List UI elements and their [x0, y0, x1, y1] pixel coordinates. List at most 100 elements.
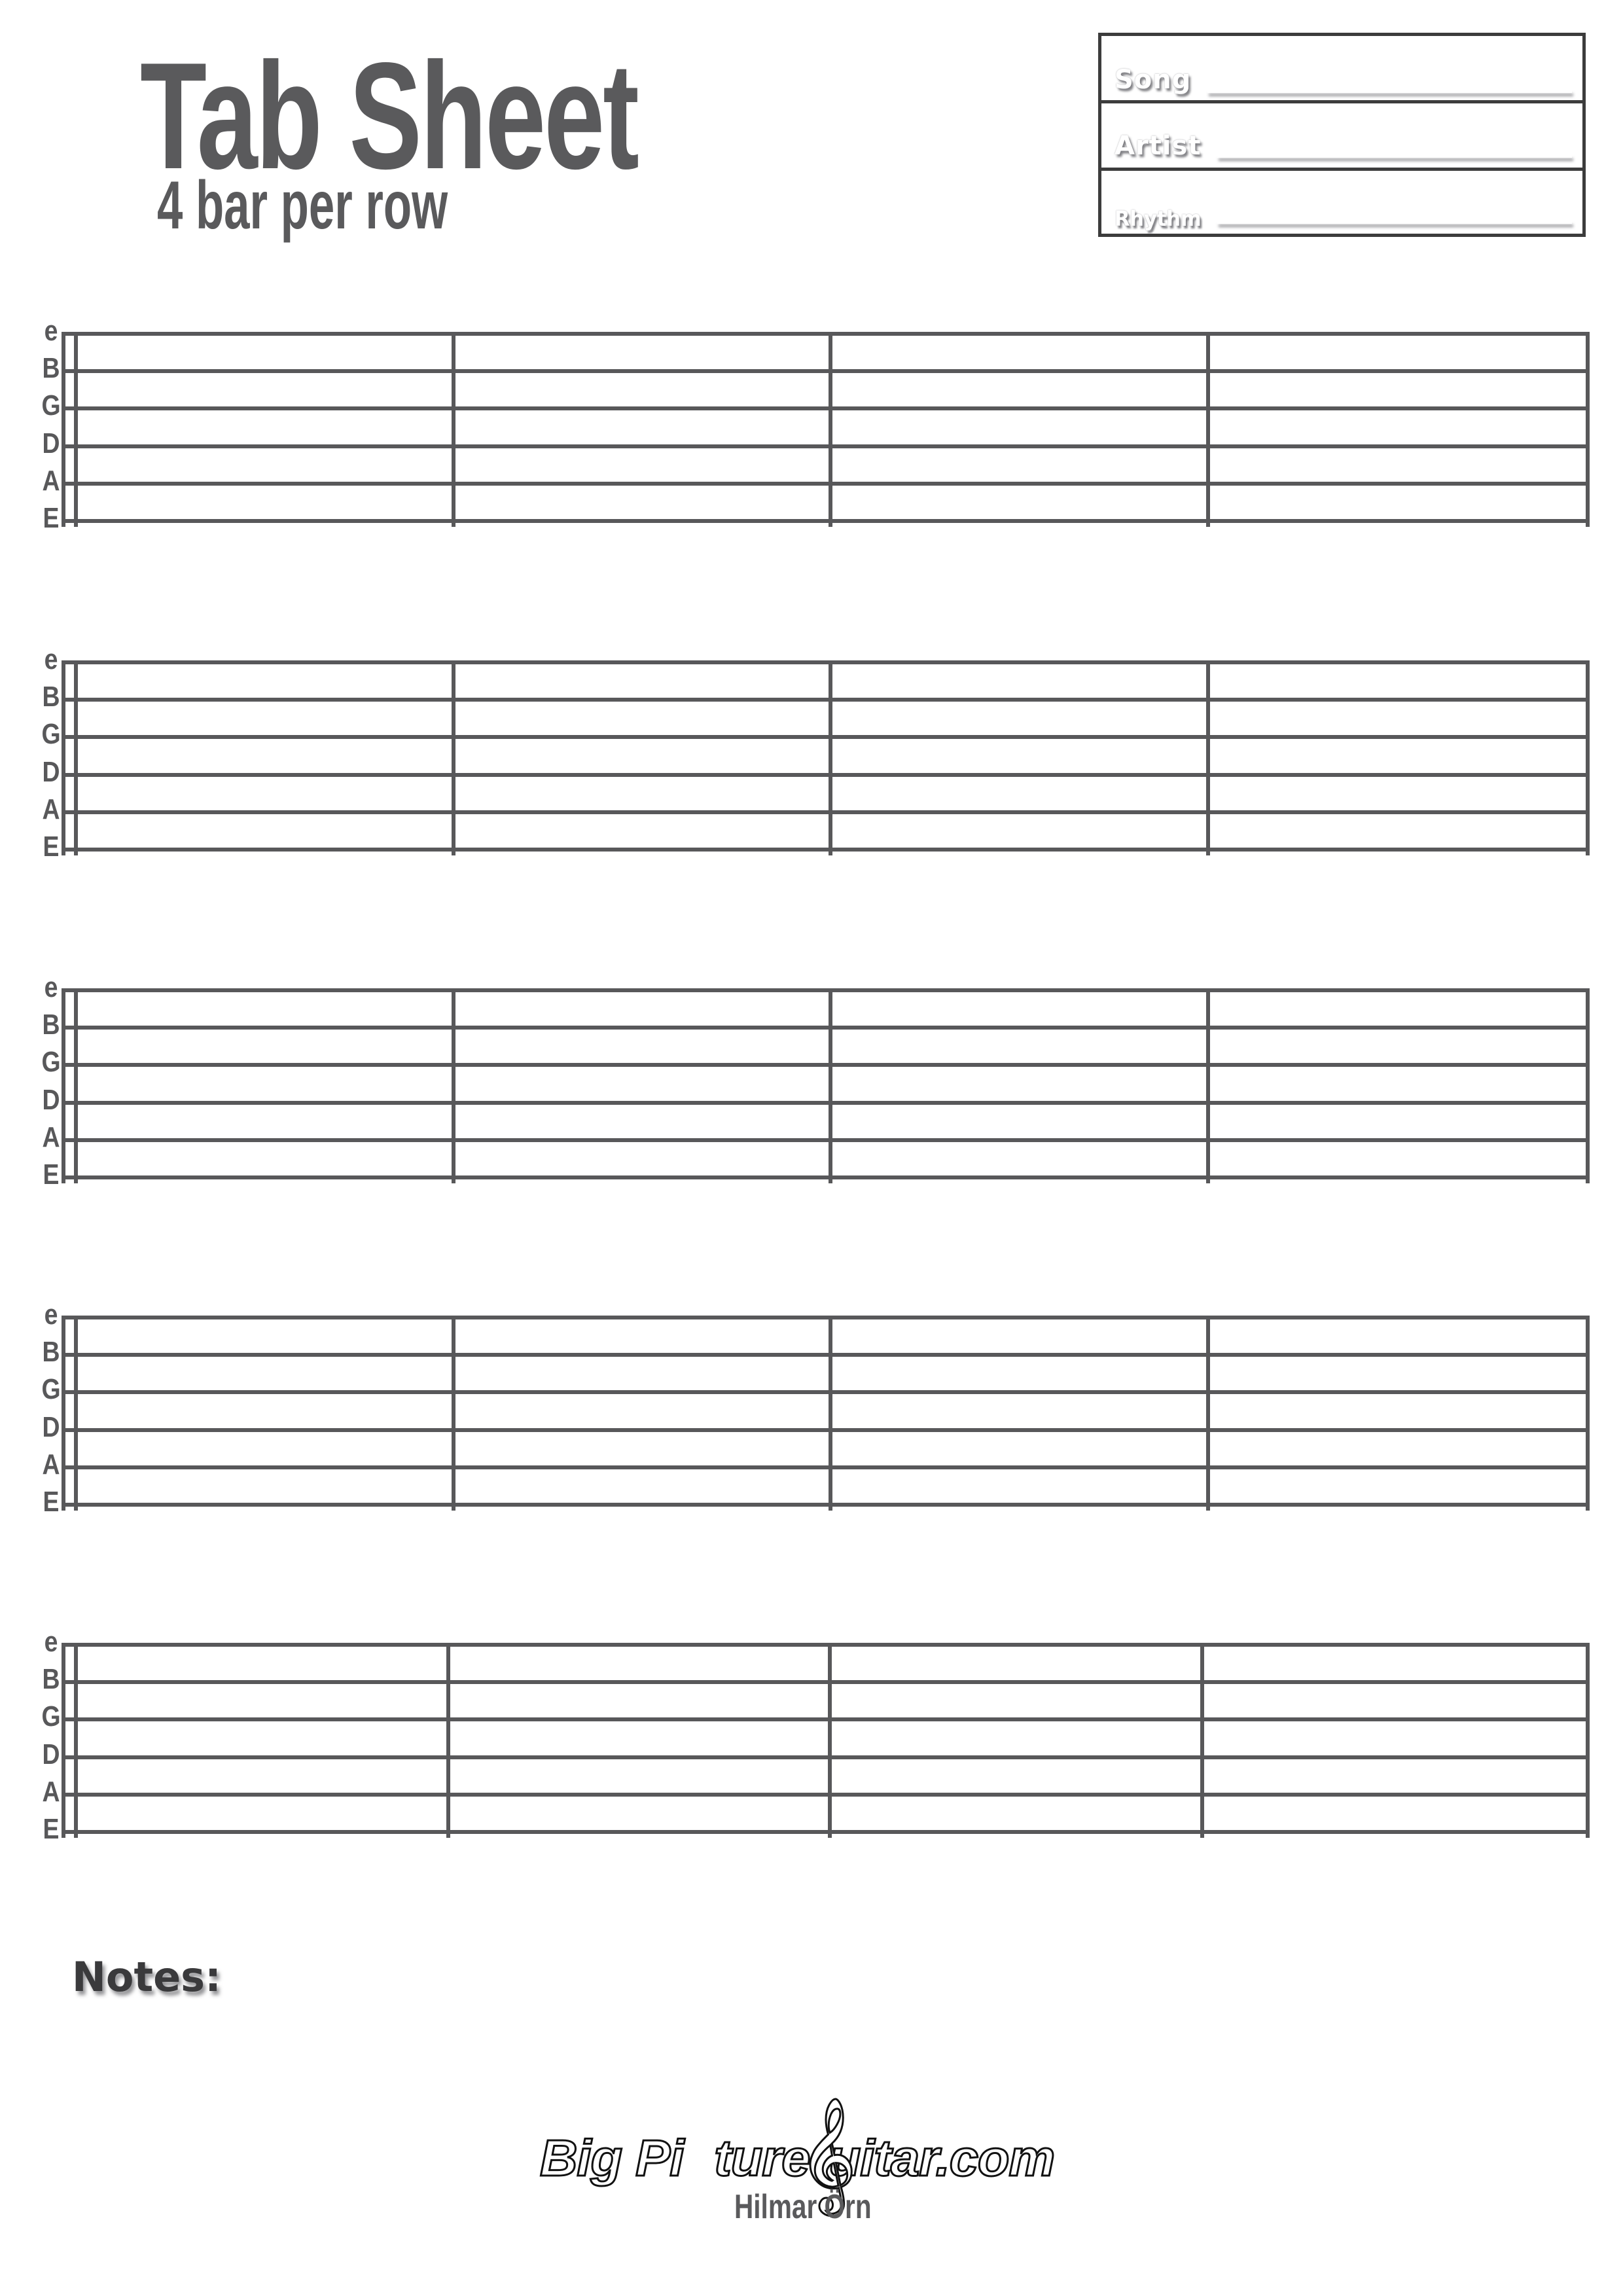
barline-1: [452, 988, 455, 1183]
string-line-A: [63, 1465, 1588, 1469]
string-line-B: [63, 1026, 1588, 1030]
staff-left-edge: [62, 660, 65, 855]
tab-staff[interactable]: eBGDAE: [42, 1300, 1590, 1516]
string-label-A: A: [42, 464, 60, 497]
string-label-E: E: [43, 1813, 60, 1845]
rhythm-field[interactable]: Rhythm: [1101, 171, 1582, 237]
barline-3: [1206, 332, 1210, 527]
string-line-A: [63, 810, 1588, 814]
string-line-e: [63, 988, 1588, 992]
string-label-G: G: [41, 718, 61, 751]
string-label-D: D: [42, 1738, 60, 1770]
staff-end-barline: [1586, 1316, 1590, 1511]
tab-staff[interactable]: eBGDAE: [42, 973, 1590, 1189]
string-label-G: G: [41, 389, 61, 422]
string-line-D: [63, 1100, 1588, 1105]
string-line-E: [63, 1175, 1588, 1179]
string-line-G: [63, 735, 1588, 740]
string-label-high-e: e: [44, 643, 58, 675]
string-label-G: G: [41, 1046, 61, 1079]
string-line-D: [63, 1755, 1588, 1759]
barline-3: [1206, 660, 1210, 855]
barline-3: [1206, 1316, 1210, 1511]
string-label-A: A: [42, 793, 60, 825]
logo-part-1: Big Pi: [539, 2129, 685, 2187]
rhythm-underline[interactable]: [1217, 221, 1572, 224]
string-label-G: G: [41, 1373, 61, 1406]
barline-2: [829, 1316, 832, 1511]
string-label-G: G: [41, 1700, 61, 1733]
notes-label: Notes:: [72, 1953, 221, 2001]
artist-underline[interactable]: [1217, 155, 1572, 158]
string-label-E: E: [43, 831, 60, 863]
song-label: Song: [1115, 65, 1192, 95]
string-line-G: [63, 1390, 1588, 1395]
string-line-B: [63, 1353, 1588, 1357]
tab-staff[interactable]: eBGDAE: [42, 645, 1590, 861]
string-line-B: [63, 369, 1588, 374]
staff-end-barline: [1586, 988, 1590, 1183]
string-label-A: A: [42, 1448, 60, 1480]
tab-staff[interactable]: eBGDAE: [42, 1628, 1590, 1844]
song-field[interactable]: Song: [1101, 36, 1582, 103]
string-line-D: [63, 1427, 1588, 1432]
tab-staff[interactable]: eBGDAE: [42, 317, 1590, 533]
barline-1: [446, 1643, 450, 1838]
string-label-D: D: [42, 1410, 60, 1443]
string-line-A: [63, 1792, 1588, 1797]
string-line-e: [63, 332, 1588, 336]
song-info-box: Song Artist Rhythm: [1098, 33, 1586, 237]
song-underline[interactable]: [1207, 90, 1572, 93]
string-line-G: [63, 1063, 1588, 1067]
barline-1: [452, 332, 455, 527]
barline-2: [829, 660, 832, 855]
string-line-E: [63, 1830, 1588, 1834]
string-label-B: B: [42, 681, 60, 713]
page-subtitle: 4 bar per row: [157, 168, 448, 243]
string-line-D: [63, 772, 1588, 777]
barline-2: [829, 988, 832, 1183]
staff-end-barline: [1586, 332, 1590, 527]
staff-start-barline: [74, 1643, 78, 1838]
staff-left-edge: [62, 332, 65, 527]
barline-1: [452, 1316, 455, 1511]
barline-2: [829, 332, 832, 527]
barline-3: [1206, 988, 1210, 1183]
staff-left-edge: [62, 988, 65, 1183]
staff-end-barline: [1586, 660, 1590, 855]
string-label-high-e: e: [44, 1626, 58, 1658]
string-label-D: D: [42, 427, 60, 459]
artist-field[interactable]: Artist: [1101, 103, 1582, 171]
barline-1: [452, 660, 455, 855]
artist-label: Artist: [1115, 131, 1202, 161]
barline-2: [828, 1643, 832, 1838]
string-line-D: [63, 444, 1588, 448]
string-line-A: [63, 481, 1588, 486]
string-label-E: E: [43, 502, 60, 534]
string-label-high-e: e: [44, 1299, 58, 1331]
string-label-E: E: [43, 1486, 60, 1518]
string-label-A: A: [42, 1775, 60, 1808]
string-line-G: [63, 1717, 1588, 1722]
rhythm-label: Rhythm: [1115, 206, 1202, 231]
string-line-G: [63, 406, 1588, 411]
string-label-B: B: [42, 352, 60, 385]
string-label-D: D: [42, 755, 60, 788]
barline-3: [1200, 1643, 1204, 1838]
string-line-e: [63, 1316, 1588, 1319]
string-label-D: D: [42, 1083, 60, 1116]
staff-start-barline: [74, 332, 78, 527]
string-line-B: [63, 698, 1588, 702]
staff-end-barline: [1586, 1643, 1590, 1838]
string-label-A: A: [42, 1121, 60, 1153]
string-label-high-e: e: [44, 315, 58, 347]
staff-start-barline: [74, 1316, 78, 1511]
string-line-E: [63, 1503, 1588, 1507]
string-line-B: [63, 1680, 1588, 1685]
big-picture-guitar-logo: Big Pi ture uitar.com 𝄞: [539, 2104, 1077, 2204]
logo-part-3: uitar.com: [828, 2129, 1056, 2187]
staff-start-barline: [74, 660, 78, 855]
author-name: Hilmar Örn: [734, 2188, 872, 2226]
string-line-E: [63, 848, 1588, 852]
logo-text: Big Pi ture uitar.com: [539, 2132, 1056, 2185]
